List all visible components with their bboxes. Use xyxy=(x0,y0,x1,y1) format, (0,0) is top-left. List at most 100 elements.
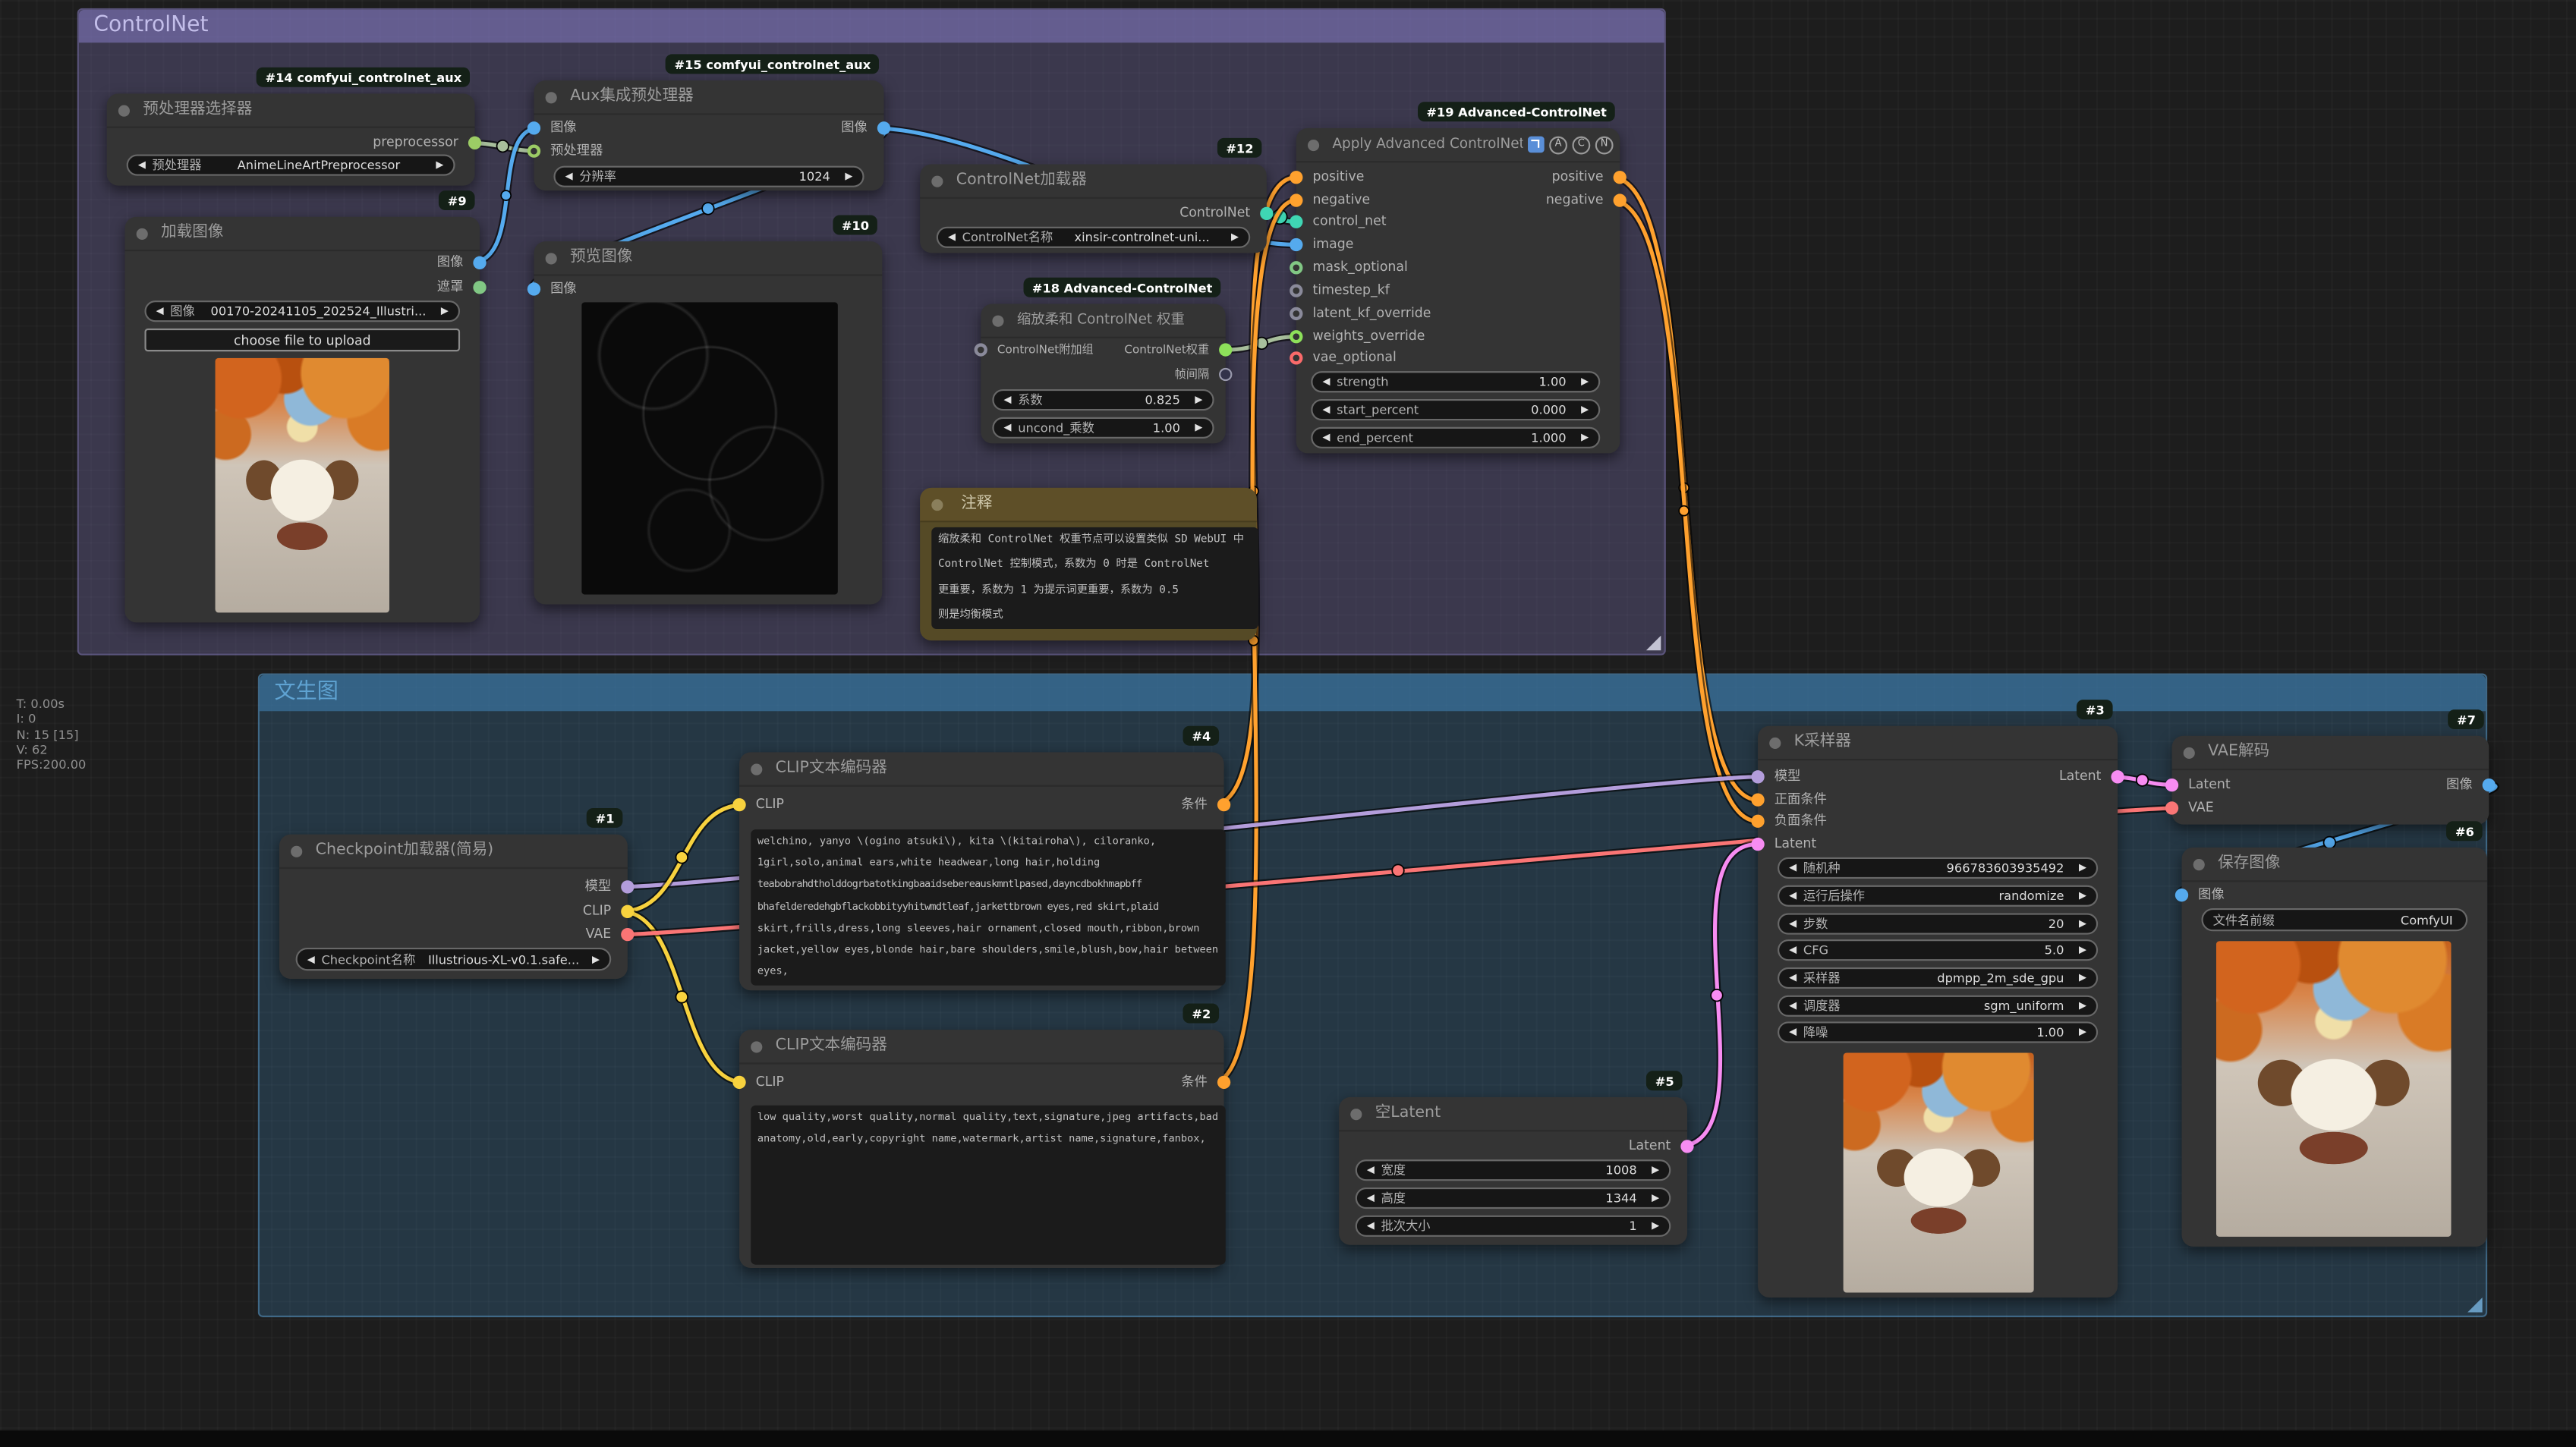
port-dot[interactable] xyxy=(621,905,634,918)
next-arrow-icon[interactable]: ▶ xyxy=(2079,890,2086,901)
port-dot[interactable] xyxy=(1290,238,1302,251)
comfyui-node-canvas[interactable]: ControlNet 文生图 xyxy=(0,0,2576,1447)
prev-arrow-icon[interactable]: ◀ xyxy=(1789,862,1797,873)
port-dot[interactable] xyxy=(2483,779,2496,791)
prev-arrow-icon[interactable]: ◀ xyxy=(565,171,573,182)
node-preview-image[interactable]: #10 预览图像 图像 xyxy=(534,241,882,604)
collapse-dot-icon[interactable] xyxy=(931,175,943,187)
widget-denoise[interactable]: ◀降噪1.00▶ xyxy=(1778,1021,2098,1043)
prev-arrow-icon[interactable]: ◀ xyxy=(1004,394,1012,405)
input-timestep-kf[interactable]: timestep_kf xyxy=(1296,281,1620,300)
collapse-dot-icon[interactable] xyxy=(291,845,302,857)
output-cn-weights[interactable]: ControlNet权重 xyxy=(981,340,1226,360)
input-positive-cond[interactable]: 正面条件 xyxy=(1758,790,2118,810)
widget-cfg[interactable]: ◀CFG5.0▶ xyxy=(1778,939,2098,961)
next-arrow-icon[interactable]: ▶ xyxy=(2079,862,2086,873)
saved-image-preview[interactable] xyxy=(2216,941,2452,1237)
input-image[interactable]: 图像 xyxy=(534,279,882,299)
port-dot[interactable] xyxy=(877,121,890,134)
port-dot[interactable] xyxy=(1217,798,1230,811)
prev-arrow-icon[interactable]: ◀ xyxy=(1367,1220,1375,1232)
next-arrow-icon[interactable]: ▶ xyxy=(436,159,443,171)
next-arrow-icon[interactable]: ▶ xyxy=(1195,422,1202,433)
widget-width[interactable]: ◀宽度1008▶ xyxy=(1356,1159,1671,1181)
prev-arrow-icon[interactable]: ◀ xyxy=(1322,376,1330,388)
prev-arrow-icon[interactable]: ◀ xyxy=(948,231,956,243)
next-arrow-icon[interactable]: ▶ xyxy=(2079,1000,2086,1011)
positive-prompt-text[interactable]: welchino, yanyo \(ogino atsuki\), kita \… xyxy=(751,829,1226,986)
output-image[interactable]: 图像 xyxy=(2172,775,2489,795)
next-arrow-icon[interactable]: ▶ xyxy=(2079,1027,2086,1038)
next-arrow-icon[interactable]: ▶ xyxy=(592,954,600,965)
collapse-dot-icon[interactable] xyxy=(2193,858,2205,870)
output-preprocessor[interactable]: preprocessor xyxy=(107,133,475,153)
node-save-image[interactable]: #6 保存图像 图像 文件名前缀ComfyUI xyxy=(2182,848,2488,1247)
widget-scheduler[interactable]: ◀调度器sgm_uniform▶ xyxy=(1778,996,2098,1017)
next-arrow-icon[interactable]: ▶ xyxy=(1652,1220,1659,1232)
next-arrow-icon[interactable]: ▶ xyxy=(1652,1165,1659,1176)
output-vae[interactable]: VAE xyxy=(279,925,628,945)
node-preprocessor-selector[interactable]: #14 comfyui_controlnet_aux 预处理器选择器 prepr… xyxy=(107,93,475,185)
port-dot[interactable] xyxy=(473,281,486,294)
port-dot[interactable] xyxy=(1290,261,1302,274)
node-controlnet-loader[interactable]: #12 ControlNet加载器 ControlNet ◀ControlNet… xyxy=(920,164,1267,253)
port-dot[interactable] xyxy=(527,282,540,295)
widget-strength[interactable]: ◀strength1.00▶ xyxy=(1311,371,1600,392)
collapse-dot-icon[interactable] xyxy=(546,91,557,102)
prev-arrow-icon[interactable]: ◀ xyxy=(307,954,315,965)
widget-checkpoint-name[interactable]: ◀Checkpoint名称Illustrious-XL-v0.1.safe...… xyxy=(296,948,612,970)
widget-start-percent[interactable]: ◀start_percent0.000▶ xyxy=(1311,399,1600,420)
collapse-dot-icon[interactable] xyxy=(546,252,557,263)
node-title[interactable]: 预处理器选择器 xyxy=(107,93,475,127)
port-dot[interactable] xyxy=(1219,368,1232,381)
port-dot[interactable] xyxy=(1614,193,1627,206)
widget-uncond-multiplier[interactable]: ◀uncond_乘数1.00▶ xyxy=(992,417,1214,439)
output-latent[interactable]: Latent xyxy=(1339,1137,1687,1156)
prev-arrow-icon[interactable]: ◀ xyxy=(1789,890,1797,901)
next-arrow-icon[interactable]: ▶ xyxy=(1195,394,1202,405)
node-title[interactable]: 缩放柔和 ControlNet 权重 xyxy=(981,304,1226,338)
widget-end-percent[interactable]: ◀end_percent1.000▶ xyxy=(1311,427,1600,448)
prev-arrow-icon[interactable]: ◀ xyxy=(1367,1165,1375,1176)
widget-filename-prefix[interactable]: 文件名前缀ComfyUI xyxy=(2201,908,2467,931)
output-timestep-kf[interactable]: 帧间隔 xyxy=(981,365,1226,385)
next-arrow-icon[interactable]: ▶ xyxy=(1581,432,1589,443)
node-title[interactable]: Checkpoint加载器(简易) xyxy=(279,835,628,869)
widget-controlnet-name[interactable]: ◀ControlNet名称xinsir-controlnet-uni...▶ xyxy=(937,227,1250,248)
prev-arrow-icon[interactable]: ◀ xyxy=(1789,945,1797,956)
widget-control-after-generate[interactable]: ◀运行后操作randomize▶ xyxy=(1778,886,2098,907)
output-image[interactable]: 图像 xyxy=(125,253,480,272)
port-dot[interactable] xyxy=(2165,801,2178,814)
output-negative[interactable]: negative xyxy=(1296,190,1620,210)
collapse-dot-icon[interactable] xyxy=(751,763,762,774)
widget-sampler[interactable]: ◀采样器dpmpp_2m_sde_gpu▶ xyxy=(1778,967,2098,989)
input-latent-kf-override[interactable]: latent_kf_override xyxy=(1296,304,1620,323)
input-negative-cond[interactable]: 负面条件 xyxy=(1758,811,2118,831)
next-arrow-icon[interactable]: ▶ xyxy=(441,306,449,317)
port-dot[interactable] xyxy=(1290,307,1302,320)
collapse-dot-icon[interactable] xyxy=(1769,737,1781,748)
collapse-dot-icon[interactable] xyxy=(137,228,148,239)
port-dot[interactable] xyxy=(1751,815,1764,828)
prev-arrow-icon[interactable]: ◀ xyxy=(1322,404,1330,415)
next-arrow-icon[interactable]: ▶ xyxy=(1231,231,1239,243)
upload-button[interactable]: choose file to upload xyxy=(144,329,460,351)
next-arrow-icon[interactable]: ▶ xyxy=(1581,376,1589,388)
port-dot[interactable] xyxy=(1290,215,1302,228)
note-text[interactable]: 缩放柔和 ControlNet 权重节点可以设置类似 SD WebUI 中 Co… xyxy=(931,527,1258,629)
prev-arrow-icon[interactable]: ◀ xyxy=(1789,1027,1797,1038)
collapse-dot-icon[interactable] xyxy=(931,499,943,510)
node-title[interactable]: 保存图像 xyxy=(2182,848,2488,882)
port-dot[interactable] xyxy=(621,928,634,941)
port-dot[interactable] xyxy=(1217,1076,1230,1089)
prev-arrow-icon[interactable]: ◀ xyxy=(1367,1192,1375,1203)
node-aux-preprocessor[interactable]: #15 comfyui_controlnet_aux Aux集成预处理器 图像 … xyxy=(534,80,883,190)
input-weights-override[interactable]: weights_override xyxy=(1296,327,1620,347)
node-title[interactable]: ControlNet加载器 xyxy=(920,164,1267,198)
sampler-preview-image[interactable] xyxy=(1844,1052,2034,1292)
node-title[interactable]: CLIP文本编码器 xyxy=(739,1030,1224,1064)
input-image[interactable]: image xyxy=(1296,235,1620,255)
node-title[interactable]: Apply Advanced ControlNet A C N xyxy=(1296,128,1620,162)
prev-arrow-icon[interactable]: ◀ xyxy=(1004,422,1012,433)
port-dot[interactable] xyxy=(1680,1140,1693,1153)
